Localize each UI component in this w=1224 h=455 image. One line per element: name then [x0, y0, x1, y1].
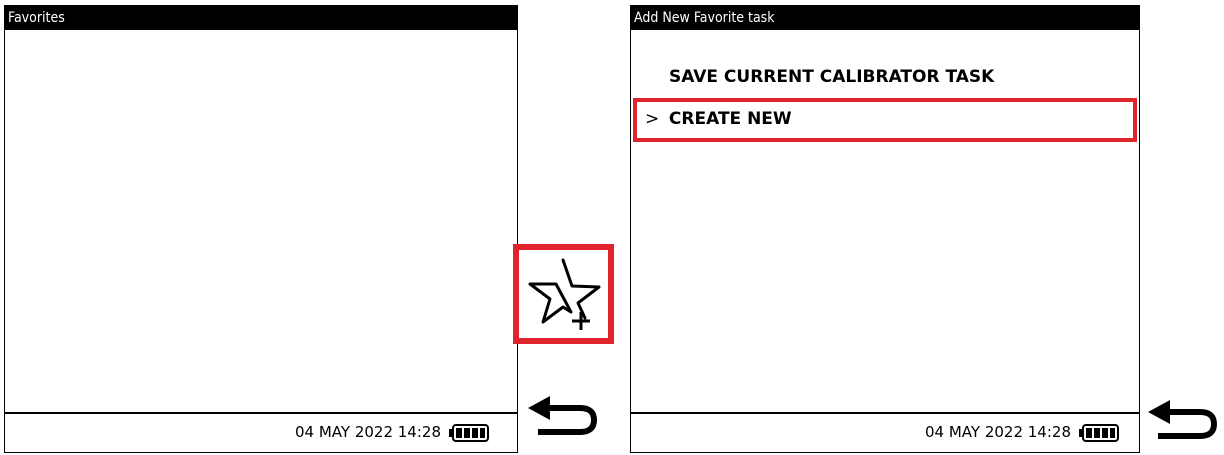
screen-title: Add New Favorite task [631, 6, 1139, 30]
menu-item-save-current-task[interactable]: SAVE CURRENT CALIBRATOR TASK [633, 56, 1137, 98]
add-favorite-task-screen: Add New Favorite task SAVE CURRENT CALIB… [630, 5, 1140, 453]
menu-item-create-new[interactable]: > CREATE NEW [633, 98, 1137, 142]
star-plus-icon [528, 258, 601, 330]
chevron-right-icon: > [645, 109, 660, 129]
menu-item-label: SAVE CURRENT CALIBRATOR TASK [669, 67, 995, 87]
battery-full-icon [1079, 424, 1119, 442]
favorites-screen: Favorites 04 MAY 2022 14:28 [4, 5, 518, 453]
date-time: 04 MAY 2022 14:28 [295, 423, 441, 441]
status-bar: 04 MAY 2022 14:28 [631, 412, 1139, 452]
add-favorite-button[interactable] [513, 244, 614, 344]
screen-title: Favorites [5, 6, 517, 30]
menu-item-label: CREATE NEW [668, 109, 792, 129]
battery-full-icon [449, 424, 489, 442]
back-arrow-icon [528, 396, 598, 435]
back-button[interactable] [1148, 400, 1222, 444]
date-time: 04 MAY 2022 14:28 [925, 423, 1071, 441]
status-bar: 04 MAY 2022 14:28 [5, 412, 517, 452]
back-button[interactable] [528, 396, 602, 440]
back-arrow-icon [1148, 400, 1218, 439]
